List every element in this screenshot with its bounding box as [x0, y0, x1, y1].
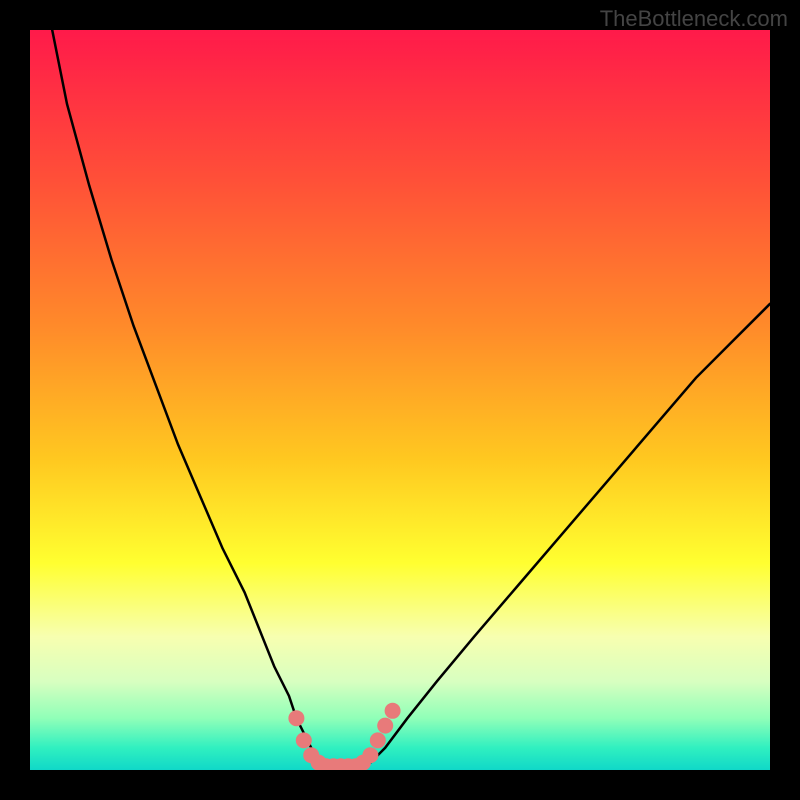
gradient-background	[30, 30, 770, 770]
marker-point	[362, 747, 378, 763]
marker-point	[385, 703, 401, 719]
watermark-text: TheBottleneck.com	[600, 6, 788, 32]
marker-point	[370, 732, 386, 748]
marker-point	[377, 718, 393, 734]
marker-point	[288, 710, 304, 726]
bottleneck-chart	[30, 30, 770, 770]
marker-point	[296, 732, 312, 748]
chart-frame	[30, 30, 770, 770]
